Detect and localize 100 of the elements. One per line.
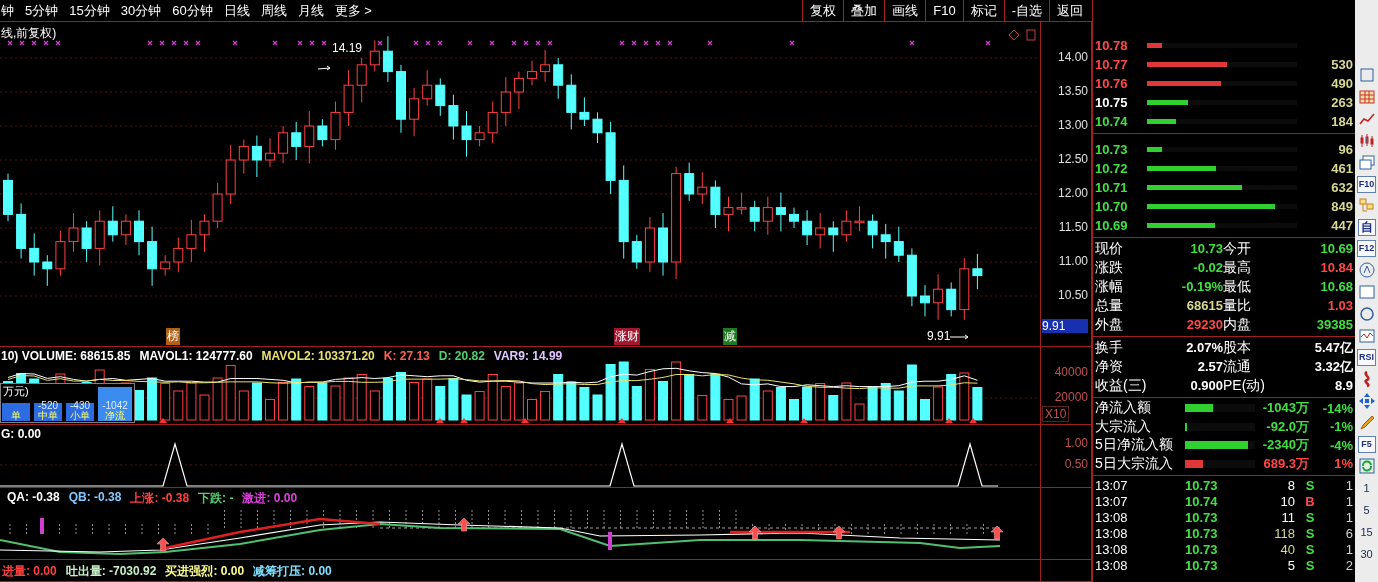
bid-volume: 96 bbox=[1337, 142, 1353, 157]
flow-cell: -520 中单 bbox=[34, 403, 62, 421]
field-value: 8.9 bbox=[1333, 378, 1353, 393]
period-button[interactable]: 5 bbox=[1363, 501, 1370, 519]
indicator-legend: 吐出量: -7030.92 bbox=[65, 563, 157, 580]
axis-label: 40000 bbox=[1054, 365, 1088, 379]
period-tab[interactable]: 日线 bbox=[223, 1, 250, 20]
ask-price: 10.75 bbox=[1095, 95, 1129, 110]
flow-percent: 1% bbox=[1333, 456, 1353, 472]
period-tab[interactable]: 5分钟 bbox=[25, 1, 59, 20]
tick-count: 6 bbox=[1344, 525, 1353, 541]
field-label: 换手 bbox=[1095, 338, 1124, 357]
tick-price: 10.73 bbox=[1185, 525, 1219, 541]
indicator-legend: QA: -0.38 bbox=[7, 490, 60, 507]
tick-time: 13:07 bbox=[1095, 477, 1129, 493]
toolbar-button[interactable]: F12 bbox=[1356, 240, 1377, 257]
flow-percent: -4% bbox=[1328, 437, 1353, 453]
tick-volume: 11 bbox=[1280, 509, 1295, 525]
field-label: 总量 bbox=[1095, 296, 1124, 315]
indicator-legend: MAVOL1: 124777.60 bbox=[139, 349, 253, 363]
tick-count: 2 bbox=[1344, 557, 1353, 573]
tick-time: 13:07 bbox=[1095, 493, 1129, 509]
flow-amount: 689.3万 bbox=[1262, 454, 1309, 473]
period-tab[interactable]: 60分钟 bbox=[172, 1, 213, 20]
field-label: 现价 bbox=[1095, 239, 1124, 258]
period-tab[interactable]: 钟 bbox=[1, 1, 14, 20]
toolbar-button[interactable]: 自 bbox=[1357, 219, 1376, 236]
tick-volume: 8 bbox=[1286, 477, 1295, 493]
tick-time: 13:08 bbox=[1095, 509, 1129, 525]
axis-label: 11.50 bbox=[1058, 220, 1088, 234]
cursor-price-label: 9.91 bbox=[1042, 319, 1088, 333]
indicator-legend: 买进强烈: 0.00 bbox=[165, 563, 245, 580]
field-label: 内盘 bbox=[1223, 315, 1252, 334]
field-label: 大宗流入 bbox=[1095, 417, 1152, 436]
toolbar-button[interactable]: RSI bbox=[1357, 349, 1376, 366]
indicator-legend: G: 0.00 bbox=[1, 427, 42, 441]
flow-amount: -2340万 bbox=[1261, 436, 1309, 455]
unit-label: 万元) bbox=[3, 384, 29, 399]
axis-label: 20000 bbox=[1054, 390, 1088, 404]
signal-label: 减 bbox=[723, 328, 737, 345]
period-tab[interactable]: 30分钟 bbox=[120, 1, 162, 20]
tick-volume: 10 bbox=[1279, 493, 1295, 509]
bid-volume: 849 bbox=[1330, 199, 1353, 214]
period-button[interactable]: 15 bbox=[1360, 523, 1373, 541]
tick-count: 1 bbox=[1344, 477, 1353, 493]
indicator-legend: D: 20.82 bbox=[438, 349, 485, 363]
period-button[interactable]: 1 bbox=[1363, 479, 1370, 497]
bid-price: 10.73 bbox=[1095, 142, 1129, 157]
axis-label: 10.50 bbox=[1057, 288, 1088, 302]
field-value: 10.68 bbox=[1319, 279, 1353, 294]
field-value: 2.07% bbox=[1185, 340, 1223, 355]
field-label: 今开 bbox=[1223, 239, 1252, 258]
period-tab[interactable]: 周线 bbox=[260, 1, 287, 20]
toolbar-button[interactable]: F5 bbox=[1357, 436, 1376, 453]
field-label: 收益(三) bbox=[1095, 376, 1148, 395]
field-label: 流通 bbox=[1223, 357, 1252, 376]
field-value: 39385 bbox=[1315, 317, 1353, 332]
axis-label: 13.50 bbox=[1057, 84, 1088, 98]
field-label: 量比 bbox=[1223, 296, 1252, 315]
field-label: 股本 bbox=[1223, 338, 1252, 357]
period-tab[interactable]: 15分钟 bbox=[69, 1, 110, 20]
tick-volume: 5 bbox=[1286, 557, 1295, 573]
tick-count: 1 bbox=[1344, 509, 1353, 525]
signal-label: 涨财 bbox=[614, 328, 640, 345]
flow-amount: -92.0万 bbox=[1265, 417, 1309, 436]
period-tab[interactable]: 更多 > bbox=[334, 1, 372, 20]
low-price-label: 9.91 bbox=[927, 329, 951, 343]
indicator-legend: VAR9: 14.99 bbox=[493, 349, 563, 363]
tick-volume: 40 bbox=[1279, 541, 1295, 557]
ask-price: 10.74 bbox=[1095, 114, 1129, 129]
period-button[interactable]: 30 bbox=[1360, 545, 1373, 563]
flow-cell: -430 小单 bbox=[66, 403, 94, 421]
field-label: 净资 bbox=[1095, 357, 1124, 376]
period-tab[interactable]: 月线 bbox=[297, 1, 324, 20]
indicator-legend: K: 27.13 bbox=[383, 349, 430, 363]
field-value: 29230 bbox=[1185, 317, 1223, 332]
tick-side: S bbox=[1304, 509, 1316, 525]
indicator-legend: 进量: 0.00 bbox=[2, 563, 57, 580]
axis-label: 11.00 bbox=[1058, 254, 1088, 268]
tick-time: 13:08 bbox=[1095, 525, 1129, 541]
flow-percent: -14% bbox=[1321, 400, 1353, 416]
tick-side: S bbox=[1304, 541, 1316, 557]
bid-price: 10.69 bbox=[1095, 218, 1129, 233]
tick-price: 10.73 bbox=[1185, 557, 1219, 573]
toolbar-button[interactable]: F10 bbox=[1356, 176, 1377, 193]
tick-count: 1 bbox=[1344, 493, 1353, 509]
tick-side: B bbox=[1304, 493, 1316, 509]
flow-percent: -1% bbox=[1328, 419, 1353, 435]
tick-price: 10.73 bbox=[1185, 477, 1219, 493]
ask-price: 10.76 bbox=[1095, 76, 1129, 91]
bid-volume: 447 bbox=[1330, 218, 1353, 233]
chart-title: 线,前复权) bbox=[1, 25, 57, 42]
indicator-legend: 减筹打压: 0.00 bbox=[253, 563, 332, 580]
bid-price: 10.72 bbox=[1095, 161, 1129, 176]
axis-label: 12.50 bbox=[1057, 152, 1088, 166]
field-value: 10.73 bbox=[1189, 241, 1223, 256]
field-value: 1.03 bbox=[1326, 298, 1353, 313]
tick-time: 13:08 bbox=[1095, 541, 1129, 557]
field-label: 5日大宗流入 bbox=[1095, 454, 1174, 473]
bid-volume: 632 bbox=[1330, 180, 1353, 195]
